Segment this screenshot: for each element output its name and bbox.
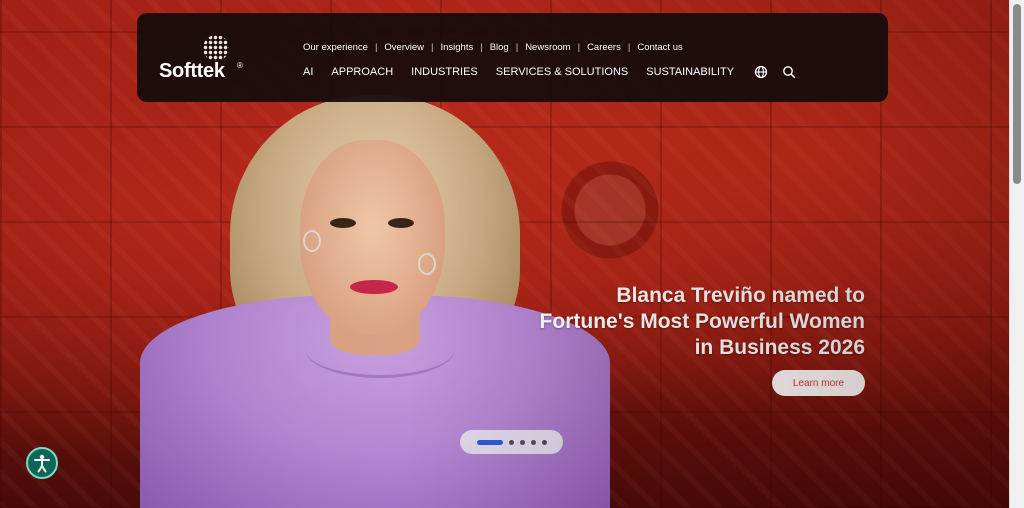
nav-industries[interactable]: INDUSTRIES <box>411 66 478 78</box>
link-our-experience[interactable]: Our experience <box>303 42 368 53</box>
accessibility-icon <box>34 454 50 473</box>
link-insights[interactable]: Insights <box>440 42 473 53</box>
softtek-logo[interactable]: Softtek ® <box>159 33 249 83</box>
slider-dot-5[interactable] <box>541 439 547 445</box>
site-navbar: Softtek ® Our experience | Overview | In… <box>137 13 888 102</box>
slider-dot-4[interactable] <box>530 439 536 445</box>
scrollbar-thumb[interactable] <box>1013 4 1021 184</box>
slider-dot-2[interactable] <box>508 439 514 445</box>
search-icon[interactable] <box>782 65 796 79</box>
main-navigation: AI APPROACH INDUSTRIES SERVICES & SOLUTI… <box>303 65 796 79</box>
link-overview[interactable]: Overview <box>384 42 424 53</box>
link-separator: | <box>480 42 483 53</box>
learn-more-button[interactable]: Learn more <box>772 370 865 396</box>
hero-headline: Blanca Treviño named to Fortune's Most P… <box>470 283 865 361</box>
earring-right <box>418 253 436 275</box>
portrait-blouse <box>140 295 610 508</box>
link-contact-us[interactable]: Contact us <box>637 42 682 53</box>
hero-portrait <box>140 95 610 508</box>
link-careers[interactable]: Careers <box>587 42 621 53</box>
page-scrollbar[interactable] <box>1009 0 1024 508</box>
link-separator: | <box>431 42 434 53</box>
nav-ai[interactable]: AI <box>303 66 313 78</box>
globe-icon[interactable] <box>754 65 768 79</box>
portrait-hair <box>230 95 520 385</box>
slider-dot-3[interactable] <box>519 439 525 445</box>
logo-mark-icon <box>203 35 229 61</box>
link-blog[interactable]: Blog <box>490 42 509 53</box>
portrait-face <box>300 140 445 335</box>
link-separator: | <box>374 42 378 53</box>
link-separator: | <box>627 42 631 53</box>
slider-pagination <box>460 430 563 454</box>
headline-line-1: Blanca Treviño named to <box>616 284 865 307</box>
link-separator: | <box>577 42 581 53</box>
headline-line-2: Fortune's Most Powerful Women <box>539 310 865 333</box>
accessibility-button[interactable] <box>26 447 58 479</box>
logo-wordmark: Softtek <box>159 60 225 82</box>
headline-line-3: in Business 2026 <box>694 336 865 359</box>
utility-links: Our experience | Overview | Insights | B… <box>303 42 683 53</box>
nav-approach[interactable]: APPROACH <box>331 66 393 78</box>
earring-left <box>303 230 321 252</box>
portrait-neck <box>330 315 420 355</box>
slider-dot-1[interactable] <box>476 439 503 445</box>
nav-sustainability[interactable]: SUSTAINABILITY <box>646 66 734 78</box>
link-newsroom[interactable]: Newsroom <box>525 42 570 53</box>
nav-services-solutions[interactable]: SERVICES & SOLUTIONS <box>496 66 628 78</box>
link-separator: | <box>515 42 519 53</box>
logo-registered-mark: ® <box>237 61 243 70</box>
